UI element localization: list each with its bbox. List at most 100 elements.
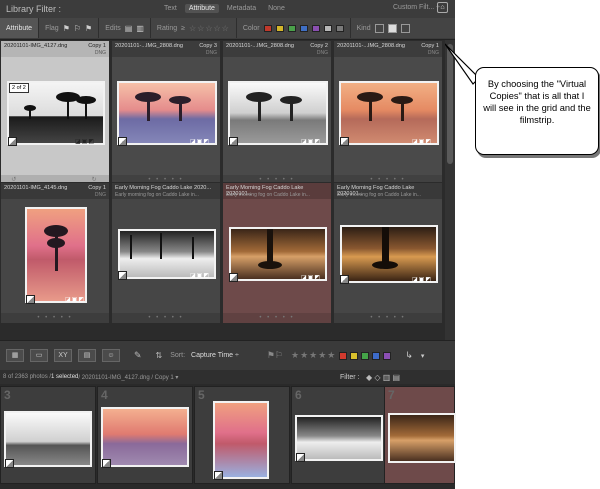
- label-purple-swatch[interactable]: [383, 351, 392, 360]
- flag-pick-icon[interactable]: ⚑: [63, 24, 70, 33]
- photo-thumbnail[interactable]: [339, 81, 439, 145]
- tab-metadata[interactable]: Metadata: [223, 4, 260, 13]
- flag-reject-icon[interactable]: ⚑: [85, 24, 92, 33]
- photo-thumbnail[interactable]: [228, 81, 328, 145]
- flag-label: Flag: [45, 24, 59, 32]
- cypress-trees-image: [357, 92, 413, 121]
- photo-count: 8 of 2363 photos /: [3, 374, 52, 380]
- people-view-button[interactable]: ☺: [102, 349, 120, 362]
- filter-preset-select[interactable]: Custom Filt... ÷: [393, 4, 440, 11]
- chevron-down-icon[interactable]: ▾: [421, 352, 425, 360]
- title-label: Early Morning Fog Caddo Lake 2020...: [115, 185, 212, 191]
- filmstrip-cell[interactable]: 3: [0, 386, 96, 484]
- photo-thumbnail[interactable]: [340, 225, 438, 283]
- library-toolbar: ▦ ▭ XY ▤ ☺ ✎ ⇅ Sort: Capture Time ÷ ⚑⚐ ★…: [0, 340, 455, 370]
- virtual-copy-icon: [229, 137, 238, 146]
- sort-select[interactable]: Capture Time ÷: [191, 352, 239, 359]
- grid-cell[interactable]: 20201101-IMG_4145.dng Copy 1 DNG ◪▣◩ • •…: [0, 182, 110, 324]
- compare-view-button[interactable]: XY: [54, 349, 72, 362]
- filmstrip-thumbnail[interactable]: [388, 413, 456, 463]
- rating-stars[interactable]: ★★★★★: [291, 350, 336, 361]
- edited-icon[interactable]: ▤: [125, 24, 133, 33]
- copy-name: Copy 1: [88, 185, 106, 191]
- unedited-icon[interactable]: ▥: [136, 24, 144, 33]
- survey-view-button[interactable]: ▤: [78, 349, 96, 362]
- flag-filter: Flag ⚑ ⚐ ⚑: [39, 18, 100, 38]
- stack-badge[interactable]: 2 of 2: [9, 83, 29, 93]
- color-label: Color: [242, 24, 260, 32]
- tab-attribute[interactable]: Attribute: [184, 4, 219, 13]
- filmstrip-thumbnail[interactable]: [101, 407, 189, 467]
- rotate-icon[interactable]: ↳: [405, 350, 413, 361]
- loupe-view-button[interactable]: ▭: [30, 349, 48, 362]
- filter-tabs: Text Attribute Metadata None: [160, 4, 289, 13]
- flag-unflagged-icon[interactable]: ⚐: [74, 24, 81, 33]
- grid-cell[interactable]: 20201101-...IMG_2808.dng Copy 3 DNG ◪▣◩ …: [111, 40, 221, 186]
- filmstrip-cell[interactable]: 4: [97, 386, 193, 484]
- filmstrip-index: 4: [101, 388, 108, 402]
- copy-name: Copy 1: [421, 43, 439, 49]
- filmstrip-thumbnail[interactable]: [213, 401, 269, 479]
- metadata-badge-icons: ◪▣◩: [190, 139, 211, 145]
- rating-label: Rating: [156, 24, 178, 32]
- color-swatch-none[interactable]: [335, 24, 344, 32]
- filmstrip-thumbnail[interactable]: [295, 415, 383, 461]
- tab-none[interactable]: None: [264, 4, 289, 13]
- virtual-copy-icon: [5, 459, 14, 468]
- grid-cell[interactable]: Early Morning Fog Caddo Lake 2020101... …: [333, 182, 443, 324]
- rating-stars[interactable]: ☆☆☆☆☆: [189, 24, 230, 33]
- caption-label: Early morning fog on Caddo Lake in...: [337, 192, 421, 198]
- grid-cell[interactable]: Early Morning Fog Caddo Lake 2020... Ear…: [111, 182, 221, 324]
- filmstrip-cell[interactable]: 6: [291, 386, 387, 484]
- cell-footer: • • • • •: [112, 313, 220, 323]
- filmstrip-cell[interactable]: 7: [384, 386, 456, 484]
- metadata-badge-icons: ◪▣◩: [412, 139, 433, 145]
- photo-thumbnail[interactable]: [117, 81, 217, 145]
- cell-footer: • • • • •: [1, 313, 109, 323]
- photo-grid: 20201101-IMG_4127.dng Copy 1 DNG 2 of 2 …: [0, 40, 445, 340]
- label-red-swatch[interactable]: [339, 351, 348, 360]
- cypress-trees-image: [246, 92, 302, 121]
- file-type: DNG: [94, 50, 106, 56]
- grid-cell[interactable]: 20201101-...IMG_2808.dng Copy 2 DNG ◪▣◩ …: [222, 40, 332, 186]
- rating-operator[interactable]: ≥: [181, 25, 185, 32]
- label-blue-swatch[interactable]: [372, 351, 381, 360]
- cell-header: 20201101-...IMG_2808.dng Copy 2 DNG: [223, 41, 331, 57]
- lock-icon[interactable]: ⌂: [437, 2, 448, 13]
- color-swatch-other[interactable]: [323, 24, 332, 32]
- library-filter-title: Library Filter :: [6, 4, 62, 14]
- grid-view-button[interactable]: ▦: [6, 349, 24, 362]
- color-swatch-purple[interactable]: [311, 24, 320, 32]
- file-name: 20201101-...IMG_2808.dng: [226, 43, 295, 49]
- color-swatch-red[interactable]: [263, 24, 272, 32]
- virtual-copy-icon: [102, 459, 111, 468]
- filmstrip-filter-icons[interactable]: ◆ ◇ ▥ ▤: [366, 373, 400, 382]
- label-yellow-swatch[interactable]: [350, 351, 359, 360]
- color-swatch-green[interactable]: [287, 24, 296, 32]
- edits-filter: Edits ▤ ▥: [99, 18, 151, 38]
- kind-videos-toggle[interactable]: [400, 23, 410, 33]
- filmstrip-cell[interactable]: 5: [194, 386, 290, 484]
- filmstrip: 3 4 5 6 7: [0, 384, 456, 489]
- flag-icon[interactable]: ⚑⚐: [267, 350, 283, 361]
- color-swatch-blue[interactable]: [299, 24, 308, 32]
- annotation-callout: By choosing the "Virtual Copies" that is…: [475, 67, 599, 155]
- kind-master-photos-toggle[interactable]: [374, 23, 384, 33]
- sort-direction-icon[interactable]: ⇅: [156, 351, 163, 360]
- file-path[interactable]: / 20201101-IMG_4127.dng / Copy 1 ▾: [78, 374, 178, 381]
- tab-text[interactable]: Text: [160, 4, 181, 13]
- cypress-trunk-image: [372, 227, 398, 269]
- photo-thumbnail[interactable]: [229, 227, 327, 281]
- filmstrip-index: 7: [388, 388, 395, 402]
- painter-icon[interactable]: ✎: [134, 350, 142, 361]
- kind-virtual-copies-toggle[interactable]: [387, 23, 397, 33]
- grid-cell[interactable]: Early Morning Fog Caddo Lake 2020101... …: [222, 182, 332, 324]
- label-green-swatch[interactable]: [361, 351, 370, 360]
- color-swatch-yellow[interactable]: [275, 24, 284, 32]
- photo-thumbnail[interactable]: [25, 207, 87, 303]
- metadata-badge-icons: ◪▣◩: [65, 297, 86, 303]
- filmstrip-thumbnail[interactable]: [4, 411, 92, 467]
- grid-cell[interactable]: 20201101-...IMG_2808.dng Copy 1 DNG ◪▣◩ …: [333, 40, 443, 186]
- grid-cell[interactable]: 20201101-IMG_4127.dng Copy 1 DNG 2 of 2 …: [0, 40, 110, 186]
- virtual-copy-icon: [340, 275, 349, 284]
